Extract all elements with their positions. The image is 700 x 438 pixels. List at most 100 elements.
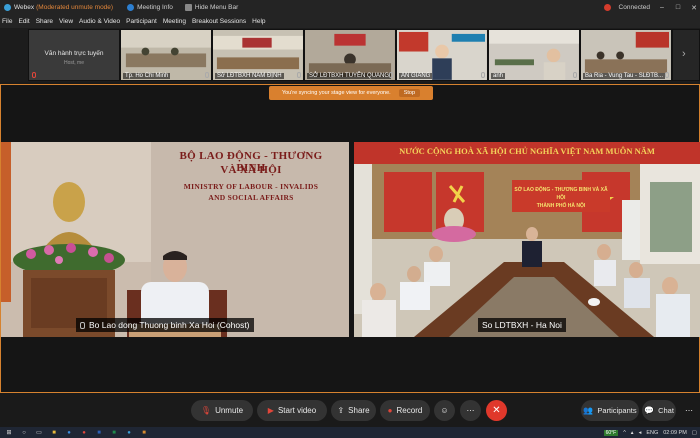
smiley-icon: ☺	[440, 406, 449, 415]
more-options-button[interactable]: ⋯	[460, 400, 481, 421]
hide-menu-bar-button[interactable]: Hide Menu Bar	[184, 4, 239, 11]
connection-status: Connected	[618, 4, 650, 11]
network-icon[interactable]: ▴	[631, 430, 634, 436]
connection-status-icon	[603, 4, 611, 11]
share-label: Share	[348, 406, 370, 415]
chevron-up-icon	[184, 4, 192, 11]
moderation-status: (Moderated unmute mode)	[36, 4, 114, 11]
menu-file[interactable]: File	[2, 18, 12, 25]
participant-tile[interactable]: Ba Ria - Vung Tau - SLĐTB...	[580, 29, 672, 81]
share-icon: ⇪	[337, 406, 345, 415]
app-name: Webex	[14, 4, 35, 11]
clock[interactable]: 02:09 PM	[663, 430, 687, 436]
self-tile[interactable]: Văn hành trực tuyến Host, me	[28, 29, 120, 81]
mic-icon	[573, 72, 577, 78]
more-icon: ⋯	[466, 406, 475, 415]
hide-menu-bar-label: Hide Menu Bar	[194, 4, 239, 11]
close-icon: ✕	[492, 405, 501, 416]
participant-tile[interactable]: AN GIANG	[396, 29, 488, 81]
menu-edit[interactable]: Edit	[18, 18, 29, 25]
wall-sign-line-4: AND SOCIAL AFFAIRS	[208, 193, 294, 202]
volume-icon[interactable]: ◂	[639, 430, 642, 436]
video-feed	[354, 142, 700, 337]
participants-label: Participants	[597, 406, 637, 415]
meeting-controls: 🎙 Unmute ▶ Start video ⇪ Share ● Record …	[0, 393, 700, 427]
webex-taskbar-icon[interactable]: ●	[123, 428, 135, 437]
menu-audio-video[interactable]: Audio & Video	[79, 18, 120, 25]
file-explorer-icon[interactable]: ■	[48, 428, 60, 437]
close-window-button[interactable]: ✕	[690, 4, 698, 12]
participant-label: Ba Ria - Vung Tau - SLĐTB...	[583, 73, 666, 79]
participant-tile[interactable]: Tp. Ho Chi Minh	[120, 29, 212, 81]
strip-next-button[interactable]: ›	[672, 29, 700, 81]
panel-more-button[interactable]: ⋯	[680, 400, 698, 421]
task-view-icon[interactable]: ▭	[33, 428, 45, 437]
input-language[interactable]: ENG	[646, 430, 658, 436]
chevron-up-icon[interactable]: ^	[623, 430, 626, 436]
minimize-button[interactable]: –	[658, 4, 666, 11]
participant-tile[interactable]: SỞ LĐTBXH TUYÊN QUANG	[304, 29, 396, 81]
menu-participant[interactable]: Participant	[126, 18, 157, 25]
stop-sync-button[interactable]: Stop	[398, 89, 421, 97]
participants-button[interactable]: 👥 Participants	[581, 400, 639, 421]
participant-strip: Văn hành trực tuyến Host, me Tp. Ho Chi …	[0, 28, 700, 82]
weather-widget[interactable]: 60°F	[603, 429, 619, 436]
app-title: Webex (Moderated unmute mode)	[4, 4, 113, 11]
unmute-label: Unmute	[215, 406, 244, 415]
wall-sign-line-2: VÀ XÃ HỘI	[220, 164, 282, 176]
record-button[interactable]: ● Record	[380, 400, 430, 421]
stage-video-ministry[interactable]: BỘ LAO ĐỘNG - THƯƠNG BINH VÀ XÃ HỘI MINI…	[1, 142, 349, 337]
stage-video-name: Bo Lao dong Thuong binh Xa Hoi (Cohost)	[89, 320, 250, 330]
title-bar: Webex (Moderated unmute mode) Meeting In…	[0, 0, 700, 15]
menu-meeting[interactable]: Meeting	[163, 18, 186, 25]
stage-video-label: Bo Lao dong Thuong binh Xa Hoi (Cohost)	[76, 318, 254, 332]
menu-breakout-sessions[interactable]: Breakout Sessions	[192, 18, 246, 25]
app-taskbar-icon[interactable]: ■	[138, 428, 150, 437]
menu-view[interactable]: View	[59, 18, 73, 25]
wall-sign-line-3: MINISTRY OF LABOUR - INVALIDS	[183, 182, 319, 191]
wall-banner: NƯỚC CỘNG HOÀ XÃ HỘI CHỦ NGHĨA VIỆT NAM …	[399, 146, 655, 156]
maximize-button[interactable]: □	[674, 4, 682, 11]
muted-mic-icon	[32, 72, 36, 78]
video-off-icon: ▶	[267, 406, 274, 415]
menu-help[interactable]: Help	[252, 18, 265, 25]
meeting-info-label: Meeting Info	[137, 4, 173, 11]
participant-label: SỞ LĐTBXH TUYÊN QUANG	[307, 73, 392, 79]
chrome-icon[interactable]: ●	[78, 428, 90, 437]
record-icon: ●	[387, 406, 393, 415]
leave-meeting-button[interactable]: ✕	[486, 400, 507, 421]
stage-video-hanoi[interactable]: NƯỚC CỘNG HOÀ XÃ HỘI CHỦ NGHĨA VIỆT NAM …	[354, 142, 700, 337]
self-name: Văn hành trực tuyến	[44, 50, 104, 57]
reactions-button[interactable]: ☺	[434, 400, 455, 421]
windows-start-icon[interactable]: ⊞	[3, 428, 15, 437]
participant-tile[interactable]: Sở LĐTBXH NAM ĐỊNH	[212, 29, 304, 81]
search-icon[interactable]: ○	[18, 428, 30, 437]
chat-button[interactable]: 💬 Chat	[642, 400, 676, 421]
os-taskbar: ⊞ ○ ▭ ■ ● ● ■ ■ ● ■ 60°F ^ ▴ ◂ ENG 02:09…	[0, 427, 700, 438]
menu-share[interactable]: Share	[36, 18, 53, 25]
more-icon: ⋯	[685, 406, 693, 415]
participant-label: anh	[491, 73, 506, 79]
participant-label: Sở LĐTBXH NAM ĐỊNH	[215, 73, 284, 79]
sync-banner-text: You're syncing your stage view for every…	[281, 90, 391, 96]
self-role: Host, me	[63, 60, 84, 66]
start-video-button[interactable]: ▶ Start video	[257, 400, 327, 421]
sync-banner: You're syncing your stage view for every…	[269, 86, 433, 100]
mic-icon	[205, 72, 209, 78]
record-label: Record	[396, 406, 423, 415]
mic-icon	[297, 72, 301, 78]
participant-tile[interactable]: anh	[488, 29, 580, 81]
meeting-info-button[interactable]: Meeting Info	[127, 4, 173, 11]
unmute-button[interactable]: 🎙 Unmute	[191, 400, 253, 421]
share-button[interactable]: ⇪ Share	[331, 400, 376, 421]
start-video-label: Start video	[277, 406, 317, 415]
excel-icon[interactable]: ■	[108, 428, 120, 437]
notification-icon[interactable]: ▢	[692, 430, 697, 436]
browser-icon[interactable]: ●	[63, 428, 75, 437]
stage-video-name: So LDTBXH - Ha Noi	[482, 320, 562, 330]
unit-board: SỞ LAO ĐỘNG - THƯƠNG BINH VÀ XÃ HỘI THÀN…	[512, 180, 610, 212]
unit-board-line-1: SỞ LAO ĐỘNG - THƯƠNG BINH VÀ XÃ HỘI	[514, 187, 608, 201]
chat-icon: 💬	[644, 406, 655, 415]
word-icon[interactable]: ■	[93, 428, 105, 437]
people-icon: 👥	[583, 406, 594, 415]
